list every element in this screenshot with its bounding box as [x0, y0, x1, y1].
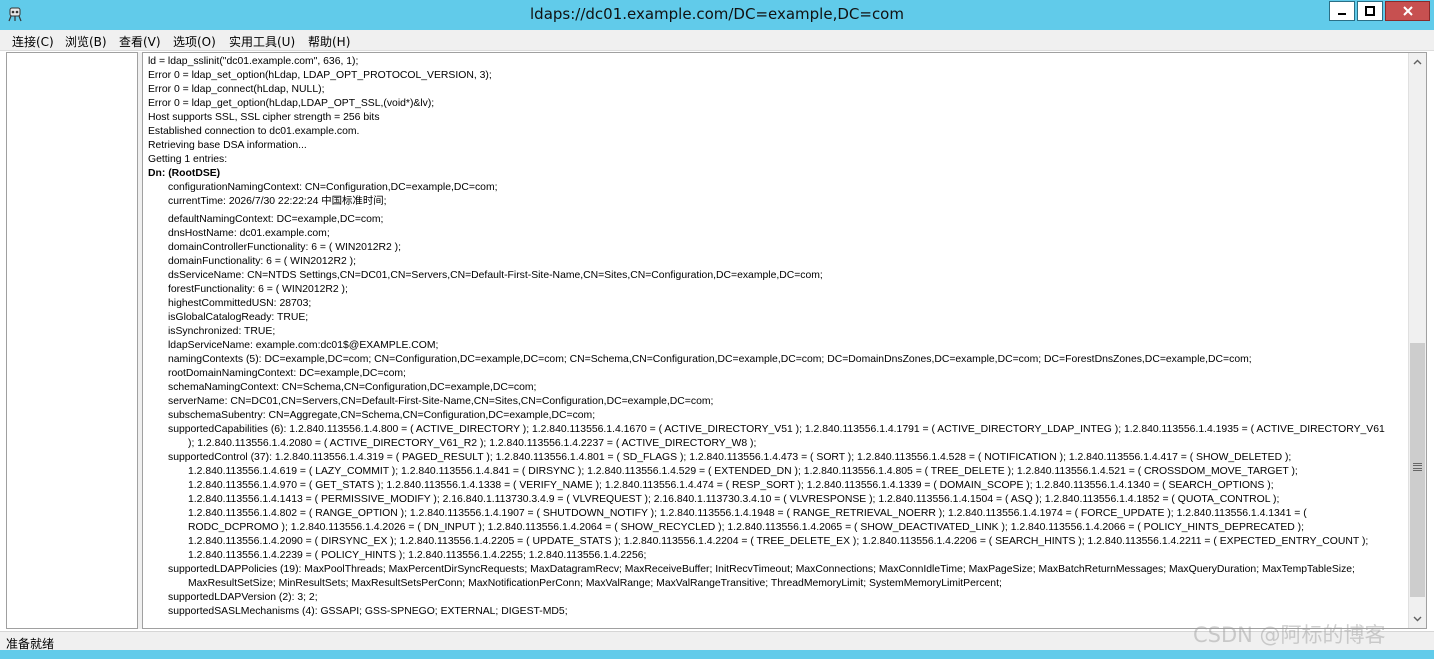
log-line: Retrieving base DSA information...	[148, 140, 307, 151]
attr-line: supportedControl (37): 1.2.840.113556.1.…	[168, 452, 1292, 463]
attr-line: supportedSASLMechanisms (4): GSSAPI; GSS…	[168, 606, 568, 617]
menu-help[interactable]: 帮助(H)	[308, 33, 350, 50]
close-button[interactable]	[1385, 1, 1430, 21]
window-bottom-border	[0, 650, 1434, 659]
maximize-icon	[1365, 6, 1375, 16]
output-pane[interactable]: ld = ldap_sslinit("dc01.example.com", 63…	[142, 52, 1427, 629]
chevron-up-icon	[1413, 59, 1422, 64]
attr-line: supportedLDAPVersion (2): 3; 2;	[168, 592, 318, 603]
log-line: Host supports SSL, SSL cipher strength =…	[148, 112, 380, 123]
scroll-up-button[interactable]	[1409, 53, 1426, 70]
attr-line: dsServiceName: CN=NTDS Settings,CN=DC01,…	[168, 270, 823, 281]
menu-view[interactable]: 查看(V)	[119, 33, 161, 50]
log-line: Getting 1 entries:	[148, 154, 228, 165]
attr-line: supportedLDAPPolicies (19): MaxPoolThrea…	[168, 564, 1355, 575]
dn-heading: Dn: (RootDSE)	[148, 168, 221, 179]
attr-line: domainControllerFunctionality: 6 = ( WIN…	[168, 242, 402, 253]
attr-continuation: 1.2.840.113556.1.4.970 = ( GET_STATS ); …	[188, 480, 1274, 491]
log-line: ld = ldap_sslinit("dc01.example.com", 63…	[148, 56, 359, 67]
log-line: Error 0 = ldap_connect(hLdap, NULL);	[148, 84, 325, 95]
attr-line: domainFunctionality: 6 = ( WIN2012R2 );	[168, 256, 356, 267]
menu-browse[interactable]: 浏览(B)	[65, 33, 107, 50]
attr-line: namingContexts (5): DC=example,DC=com; C…	[168, 354, 1252, 365]
attr-line: ldapServiceName: example.com:dc01$@EXAMP…	[168, 340, 439, 351]
attr-line: serverName: CN=DC01,CN=Servers,CN=Defaul…	[168, 396, 714, 407]
scroll-down-button[interactable]	[1409, 610, 1426, 627]
window-title: ldaps://dc01.example.com/DC=example,DC=c…	[530, 5, 904, 23]
attr-line: currentTime: 2026/7/30 22:22:24 中国标准时间;	[168, 196, 387, 207]
attr-line: forestFunctionality: 6 = ( WIN2012R2 );	[168, 284, 348, 295]
attr-line: defaultNamingContext: DC=example,DC=com;	[168, 214, 384, 225]
attr-line: rootDomainNamingContext: DC=example,DC=c…	[168, 368, 406, 379]
attr-continuation: 1.2.840.113556.1.4.802 = ( RANGE_OPTION …	[188, 508, 1307, 519]
menu-connection[interactable]: 连接(C)	[12, 33, 54, 50]
attr-continuation: 1.2.840.113556.1.4.2090 = ( DIRSYNC_EX )…	[188, 536, 1369, 547]
attr-continuation: 1.2.840.113556.1.4.2239 = ( POLICY_HINTS…	[188, 550, 647, 561]
attr-line: highestCommittedUSN: 28703;	[168, 298, 312, 309]
maximize-button[interactable]	[1357, 1, 1383, 21]
menu-utilities[interactable]: 实用工具(U)	[229, 33, 295, 50]
chevron-down-icon	[1413, 616, 1422, 621]
log-line: Established connection to dc01.example.c…	[148, 126, 360, 137]
tree-view-pane[interactable]	[6, 52, 138, 629]
minimize-icon	[1338, 13, 1346, 15]
attr-line: configurationNamingContext: CN=Configura…	[168, 182, 498, 193]
attr-continuation: ); 1.2.840.113556.1.4.2080 = ( ACTIVE_DI…	[188, 438, 757, 449]
menu-bar: 连接(C) 浏览(B) 查看(V) 选项(O) 实用工具(U) 帮助(H)	[0, 30, 1434, 51]
log-line: Error 0 = ldap_set_option(hLdap, LDAP_OP…	[148, 70, 492, 81]
attr-continuation: 1.2.840.113556.1.4.1413 = ( PERMISSIVE_M…	[188, 494, 1280, 505]
watermark: CSDN @阿标的博客	[1193, 623, 1386, 647]
attr-line: supportedCapabilities (6): 1.2.840.11355…	[168, 424, 1385, 435]
attr-line: dnsHostName: dc01.example.com;	[168, 228, 330, 239]
attr-continuation: MaxResultSetSize; MinResultSets; MaxResu…	[188, 578, 1002, 589]
menu-options[interactable]: 选项(O)	[173, 33, 216, 50]
attr-line: subschemaSubentry: CN=Aggregate,CN=Schem…	[168, 410, 596, 421]
vertical-scrollbar[interactable]	[1408, 53, 1426, 628]
attr-continuation: 1.2.840.113556.1.4.619 = ( LAZY_COMMIT )…	[188, 466, 1298, 477]
grip-icon	[1413, 463, 1422, 471]
scrollbar-thumb[interactable]	[1410, 343, 1425, 597]
attr-line: isSynchronized: TRUE;	[168, 326, 276, 337]
title-bar: ldaps://dc01.example.com/DC=example,DC=c…	[0, 0, 1434, 30]
output-log: ld = ldap_sslinit("dc01.example.com", 63…	[148, 55, 1410, 619]
attr-line: schemaNamingContext: CN=Schema,CN=Config…	[168, 382, 537, 393]
close-icon	[1402, 6, 1413, 16]
attr-continuation: RODC_DCPROMO ); 1.2.840.113556.1.4.2026 …	[188, 522, 1304, 533]
log-line: Error 0 = ldap_get_option(hLdap,LDAP_OPT…	[148, 98, 435, 109]
attr-line: isGlobalCatalogReady: TRUE;	[168, 312, 309, 323]
minimize-button[interactable]	[1329, 1, 1355, 21]
